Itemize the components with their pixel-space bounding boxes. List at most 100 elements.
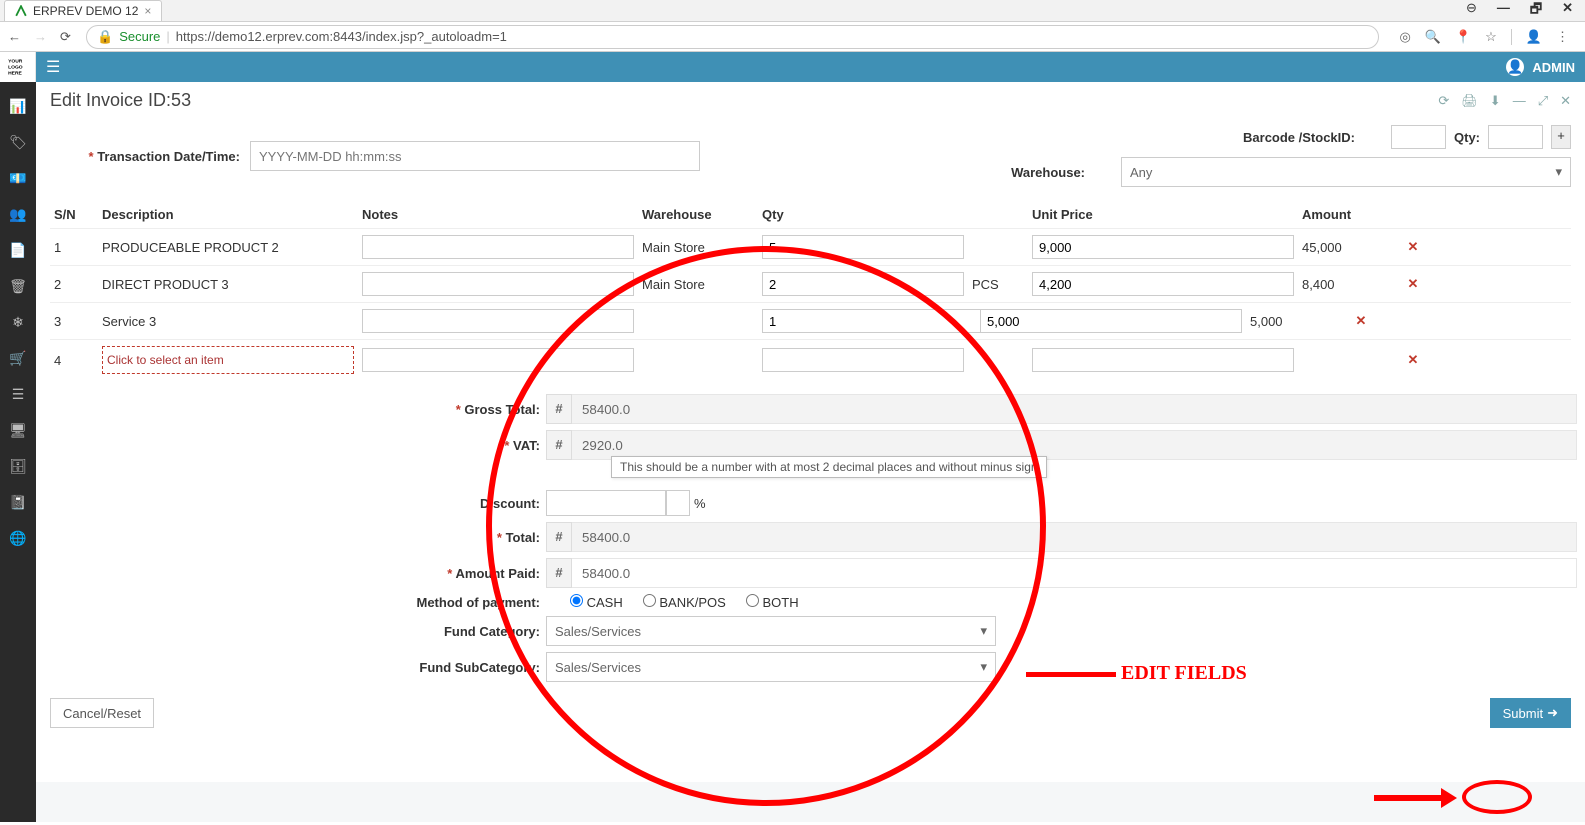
row-notes-input[interactable] bbox=[362, 348, 634, 372]
sidebar-icon-money[interactable]: 💶 bbox=[0, 160, 36, 196]
discount-label: Discount: bbox=[36, 496, 546, 511]
sidebar-icon-list[interactable]: ☰ bbox=[0, 376, 36, 412]
sidebar-icon-db[interactable]: 🗄 bbox=[0, 448, 36, 484]
payment-radio-cash[interactable]: CASH bbox=[570, 594, 623, 610]
print-icon[interactable]: 🖨 bbox=[1461, 93, 1478, 109]
sidebar-icon-monitor[interactable]: 🖥 bbox=[0, 412, 36, 448]
back-icon[interactable]: ← bbox=[8, 29, 24, 45]
delete-row-icon[interactable]: ✕ bbox=[1398, 270, 1428, 298]
user-avatar-icon[interactable]: 👤 bbox=[1506, 58, 1524, 76]
row-warehouse bbox=[638, 315, 758, 327]
forward-icon[interactable]: → bbox=[34, 29, 50, 45]
row-price-input[interactable] bbox=[1032, 272, 1294, 296]
amount-paid-input[interactable] bbox=[572, 558, 1577, 588]
table-row: 3 Service 3 5,000 ✕ bbox=[50, 302, 1571, 339]
sidebar-icon-book[interactable]: 📓 bbox=[0, 484, 36, 520]
expand-panel-icon[interactable]: ⤢ bbox=[1538, 93, 1548, 109]
row-qty-input[interactable] bbox=[762, 348, 964, 372]
svg-text:YOUR: YOUR bbox=[8, 59, 23, 65]
zoom-icon[interactable]: 🔍 bbox=[1425, 29, 1441, 45]
table-row: 1 PRODUCEABLE PRODUCT 2 Main Store 45,00… bbox=[50, 228, 1571, 265]
row-notes-input[interactable] bbox=[362, 309, 634, 333]
pin-icon[interactable]: 📍 bbox=[1455, 29, 1471, 45]
discount-pct-input[interactable] bbox=[666, 490, 690, 516]
circle-icon[interactable]: ⊖ bbox=[1466, 0, 1477, 22]
window-close-icon[interactable]: ✕ bbox=[1562, 0, 1573, 22]
annotation-submit-oval bbox=[1462, 780, 1532, 814]
menu-dots-icon[interactable]: ⋮ bbox=[1556, 29, 1569, 45]
url-bar[interactable]: 🔒 Secure | https://demo12.erprev.com:844… bbox=[86, 25, 1379, 49]
amount-paid-label: Amount Paid: bbox=[36, 566, 546, 581]
profile-icon[interactable]: 👤 bbox=[1526, 29, 1542, 45]
row-description[interactable]: Service 3 bbox=[98, 308, 358, 335]
row-price-input[interactable] bbox=[1032, 348, 1294, 372]
transaction-date-input[interactable] bbox=[250, 141, 700, 171]
delete-row-icon[interactable]: ✕ bbox=[1398, 346, 1428, 374]
select-item-placeholder[interactable]: Click to select an item bbox=[102, 346, 354, 374]
gross-total-input[interactable] bbox=[572, 394, 1577, 424]
minimize-panel-icon[interactable]: — bbox=[1513, 93, 1526, 109]
payment-radio-bank[interactable]: BANK/POS bbox=[643, 594, 726, 610]
annotation-arrow-head bbox=[1441, 788, 1457, 808]
row-notes-input[interactable] bbox=[362, 272, 634, 296]
table-row: 2 DIRECT PRODUCT 3 Main Store PCS 8,400 … bbox=[50, 265, 1571, 302]
submit-button[interactable]: Submit➜ bbox=[1490, 698, 1571, 728]
sidebar-icon-doc[interactable]: 📄 bbox=[0, 232, 36, 268]
discount-input[interactable] bbox=[546, 490, 666, 516]
star-icon[interactable]: ☆ bbox=[1485, 29, 1497, 45]
row-price-input[interactable] bbox=[1032, 235, 1294, 259]
qty-input[interactable] bbox=[1488, 125, 1543, 149]
close-panel-icon[interactable]: ✕ bbox=[1560, 93, 1571, 109]
row-description[interactable]: PRODUCEABLE PRODUCT 2 bbox=[98, 234, 358, 261]
annotation-arrow bbox=[1374, 795, 1444, 801]
total-input[interactable] bbox=[572, 522, 1577, 552]
sidebar-icon-users[interactable]: 👥 bbox=[0, 196, 36, 232]
reload-icon[interactable]: ⟳ bbox=[60, 29, 76, 45]
app-logo: YOURLOGOHERE bbox=[0, 52, 36, 82]
row-warehouse: Main Store bbox=[638, 271, 758, 298]
warehouse-select[interactable]: Any ▾ bbox=[1121, 157, 1571, 187]
url-text: https://demo12.erprev.com:8443/index.jsp… bbox=[176, 29, 507, 44]
browser-tab-bar: ERPREV DEMO 12 × ⊖ — 🗗 ✕ bbox=[0, 0, 1585, 22]
user-name[interactable]: ADMIN bbox=[1532, 60, 1575, 75]
add-line-button[interactable]: + bbox=[1551, 125, 1571, 149]
fund-category-select[interactable]: Sales/Services▾ bbox=[546, 616, 996, 646]
refresh-icon[interactable]: ⟳ bbox=[1438, 93, 1449, 109]
qty-label: Qty: bbox=[1454, 130, 1480, 145]
menu-toggle-icon[interactable]: ☰ bbox=[46, 57, 60, 77]
sidebar-icon-globe[interactable]: 🌐 bbox=[0, 520, 36, 556]
chevron-down-icon: ▾ bbox=[1555, 164, 1562, 180]
sidebar-icon-gear[interactable]: ❄ bbox=[0, 304, 36, 340]
download-icon[interactable]: ⬇ bbox=[1490, 93, 1501, 109]
row-notes-input[interactable] bbox=[362, 235, 634, 259]
browser-tab[interactable]: ERPREV DEMO 12 × bbox=[4, 0, 162, 21]
row-amount: 8,400 bbox=[1298, 271, 1398, 298]
payment-radio-both[interactable]: BOTH bbox=[746, 594, 799, 610]
sidebar-icon-trash[interactable]: 🗑 bbox=[0, 268, 36, 304]
cancel-button[interactable]: Cancel/Reset bbox=[50, 698, 154, 728]
target-icon[interactable]: ◎ bbox=[1399, 29, 1410, 45]
chevron-down-icon: ▾ bbox=[980, 623, 987, 639]
barcode-input[interactable] bbox=[1391, 125, 1446, 149]
barcode-label: Barcode /StockID: bbox=[1243, 130, 1355, 145]
sidebar-icon-cart[interactable]: 🛒 bbox=[0, 340, 36, 376]
delete-row-icon[interactable]: ✕ bbox=[1346, 307, 1376, 335]
window-minimize-icon[interactable]: — bbox=[1497, 0, 1510, 22]
row-qty-input[interactable] bbox=[762, 272, 964, 296]
delete-row-icon[interactable]: ✕ bbox=[1398, 233, 1428, 261]
warehouse-label: Warehouse: bbox=[1011, 165, 1085, 180]
row-qty-input[interactable] bbox=[762, 235, 964, 259]
row-amount: 5,000 bbox=[1246, 308, 1346, 335]
close-tab-icon[interactable]: × bbox=[144, 4, 151, 18]
tab-title: ERPREV DEMO 12 bbox=[33, 4, 138, 18]
gross-total-label: Gross Total: bbox=[36, 402, 546, 417]
row-price-input[interactable] bbox=[980, 309, 1242, 333]
row-warehouse: Main Store bbox=[638, 234, 758, 261]
sidebar-icon-tag[interactable]: 🏷 bbox=[0, 124, 36, 160]
row-description[interactable]: DIRECT PRODUCT 3 bbox=[98, 271, 358, 298]
window-restore-icon[interactable]: 🗗 bbox=[1530, 0, 1542, 22]
sidebar-icon-dashboard[interactable]: 📊 bbox=[0, 88, 36, 124]
chevron-down-icon: ▾ bbox=[980, 659, 987, 675]
fund-subcategory-select[interactable]: Sales/Services▾ bbox=[546, 652, 996, 682]
warehouse-value: Any bbox=[1130, 165, 1152, 180]
